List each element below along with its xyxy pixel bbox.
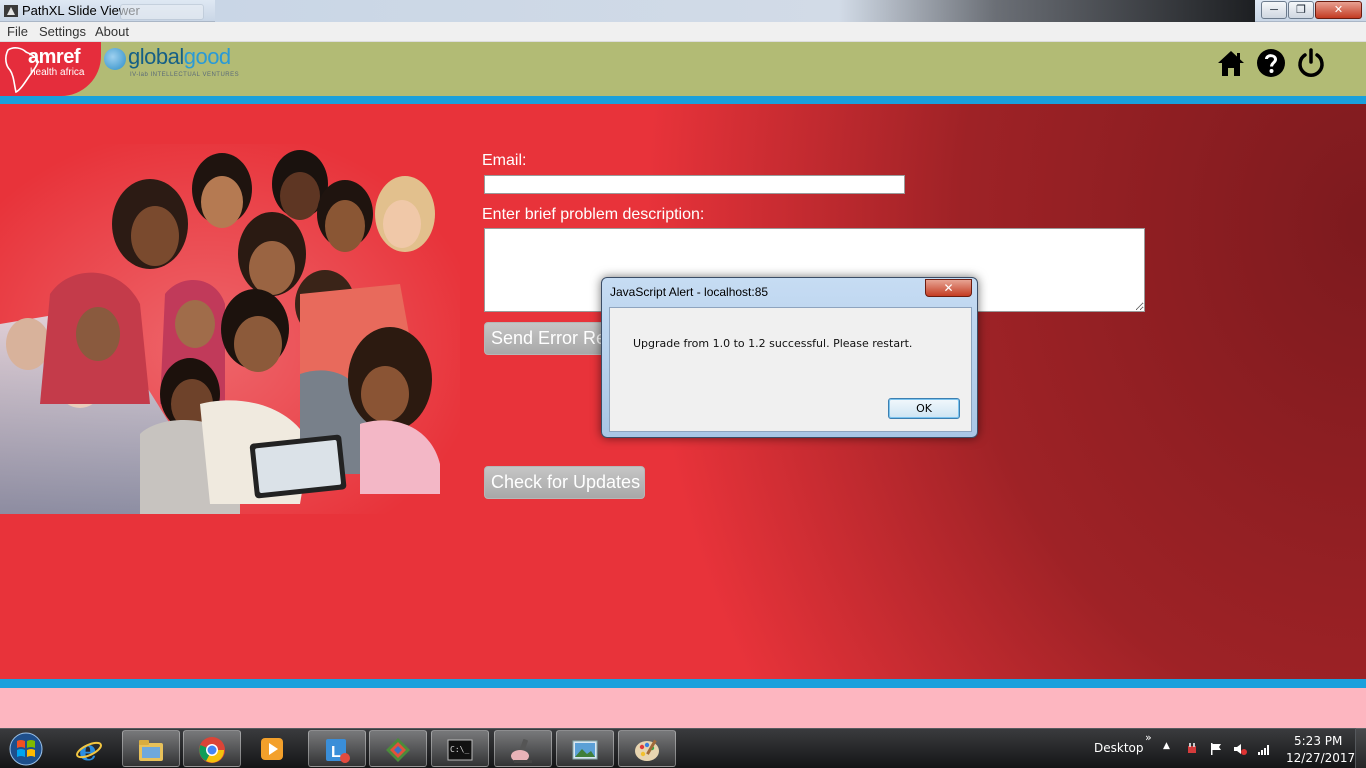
- amref-logo: amref health africa: [0, 42, 101, 96]
- microscope-icon: [511, 739, 532, 763]
- dialog-message: Upgrade from 1.0 to 1.2 successful. Plea…: [633, 337, 913, 350]
- app-header: amref health africa globalgood IV-lab IN…: [0, 42, 1366, 96]
- taskbar-media-player[interactable]: [244, 730, 302, 767]
- action-center-flag-icon[interactable]: [1209, 742, 1223, 756]
- menu-file[interactable]: File: [7, 24, 28, 39]
- plug-icon[interactable]: [1185, 742, 1199, 756]
- svg-text:L: L: [331, 744, 341, 761]
- title-bar-gradient: [215, 0, 1255, 22]
- taskbar-paint[interactable]: [618, 730, 676, 767]
- toolbar-chevron-icon[interactable]: »: [1145, 731, 1152, 744]
- photo-viewer-icon: [572, 740, 598, 760]
- globalgood-logo: globalgood IV-lab INTELLECTUAL VENTURES: [104, 44, 244, 82]
- menu-bar: File Settings About: [0, 22, 1366, 42]
- clock-date[interactable]: 12/27/2017: [1286, 751, 1355, 765]
- help-icon[interactable]: [1256, 48, 1286, 78]
- dialog-close-button[interactable]: ✕: [925, 279, 972, 297]
- taskbar-lync[interactable]: L: [308, 730, 366, 767]
- menu-about[interactable]: About: [95, 24, 129, 39]
- taskbar: e L C:\_ Desktop » ▲ 5:23 PM 12/27/2017: [0, 728, 1366, 768]
- check-for-updates-button[interactable]: Check for Updates: [484, 466, 645, 499]
- desktop-toolbar-label[interactable]: Desktop: [1094, 741, 1144, 755]
- globe-icon: [104, 48, 126, 70]
- command-prompt-icon: C:\_: [447, 739, 473, 761]
- background-tab: [120, 4, 204, 20]
- header-blue-band: [0, 96, 1366, 104]
- close-button[interactable]: ✕: [1315, 1, 1362, 19]
- footer-blue-band: [0, 679, 1366, 688]
- dialog-title: JavaScript Alert - localhost:85: [610, 285, 769, 299]
- start-button[interactable]: [6, 731, 46, 767]
- window-title-bar[interactable]: PathXL Slide Viewer ─ ❐ ✕: [0, 0, 1366, 22]
- svg-text:C:\_: C:\_: [450, 745, 469, 754]
- show-hidden-icons-icon[interactable]: ▲: [1163, 741, 1170, 751]
- media-player-icon: [261, 738, 283, 760]
- internet-explorer-icon: e: [76, 735, 102, 763]
- taskbar-photo-viewer[interactable]: [556, 730, 614, 767]
- tool-app-icon: [386, 738, 410, 762]
- chrome-icon: [199, 737, 225, 763]
- email-label: Email:: [482, 152, 527, 169]
- javascript-alert-dialog: JavaScript Alert - localhost:85 ✕ Upgrad…: [601, 277, 978, 438]
- show-desktop-button[interactable]: [1355, 728, 1366, 768]
- taskbar-tool-app[interactable]: [369, 730, 427, 767]
- description-label: Enter brief problem description:: [482, 206, 705, 223]
- taskbar-internet-explorer[interactable]: e: [61, 730, 119, 767]
- email-field[interactable]: [484, 175, 905, 194]
- group-photo: [0, 144, 460, 514]
- amref-logo-text: amref: [28, 46, 80, 68]
- dialog-body: Upgrade from 1.0 to 1.2 successful. Plea…: [609, 307, 972, 432]
- taskbar-chrome[interactable]: [183, 730, 241, 767]
- volume-muted-icon[interactable]: [1233, 742, 1247, 756]
- lync-icon: L: [326, 739, 350, 763]
- clock-time[interactable]: 5:23 PM: [1294, 734, 1342, 748]
- taskbar-file-explorer[interactable]: [122, 730, 180, 767]
- paint-palette-icon: [635, 739, 659, 761]
- taskbar-command-prompt[interactable]: C:\_: [431, 730, 489, 767]
- footer-bar: [0, 688, 1366, 728]
- maximize-button[interactable]: ❐: [1288, 1, 1314, 19]
- ok-button[interactable]: OK: [888, 398, 960, 419]
- folder-icon: [139, 740, 163, 761]
- app-icon: [4, 5, 18, 17]
- globalgood-tagline: IV-lab INTELLECTUAL VENTURES: [130, 72, 240, 78]
- minimize-button[interactable]: ─: [1261, 1, 1287, 19]
- menu-settings[interactable]: Settings: [39, 24, 86, 39]
- taskbar-pathxl-viewer[interactable]: [494, 730, 552, 767]
- home-icon[interactable]: [1216, 48, 1246, 78]
- wifi-signal-icon[interactable]: [1257, 742, 1271, 756]
- amref-logo-subtext: health africa: [30, 67, 85, 78]
- power-icon[interactable]: [1296, 48, 1326, 78]
- send-error-report-button[interactable]: Send Error Report: [484, 322, 614, 355]
- globalgood-logo-text: globalgood: [128, 44, 231, 69]
